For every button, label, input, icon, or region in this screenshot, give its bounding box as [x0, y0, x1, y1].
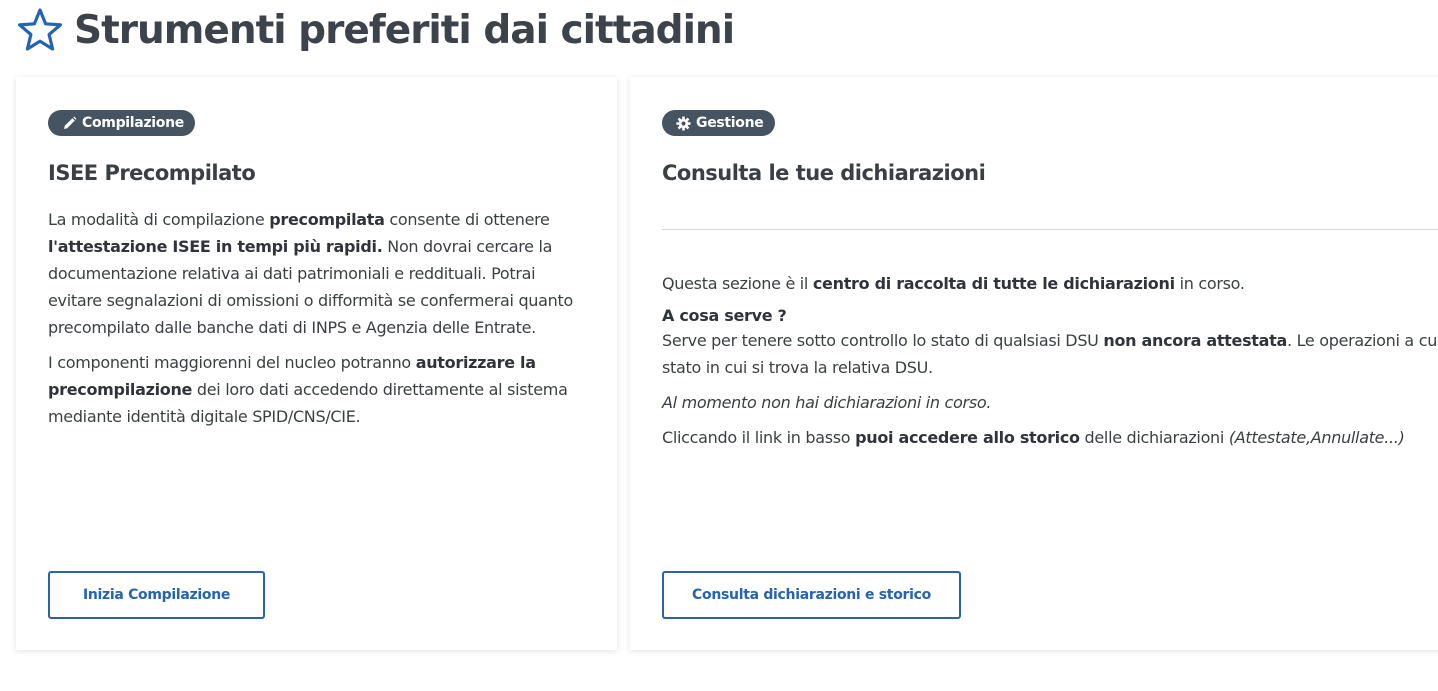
divider — [662, 229, 1438, 230]
authorization-paragraph: I componenti maggiorenni del nucleo potr… — [48, 353, 568, 426]
description-paragraph: La modalità di compilazione precompilata… — [48, 210, 573, 337]
section-heading: A cosa serve ? — [662, 306, 787, 325]
card-isee-precompilato: Compilazione ISEE Precompilato La modali… — [16, 77, 617, 650]
page: Strumenti preferiti dai cittadini Compil… — [0, 0, 1438, 691]
badge-label: Compilazione — [82, 115, 184, 131]
page-title: Strumenti preferiti dai cittadini — [74, 7, 735, 53]
star-icon — [16, 6, 64, 54]
consult-declarations-button[interactable]: Consulta dichiarazioni e storico — [662, 571, 961, 619]
card-consulta-dichiarazioni: Gestione Consulta le tue dichiarazioni Q… — [630, 77, 1438, 650]
purpose-paragraph: Serve per tenere sotto controllo lo stat… — [662, 331, 1438, 377]
history-paragraph: Cliccando il link in basso puoi accedere… — [662, 428, 1405, 447]
start-compilation-button[interactable]: Inizia Compilazione — [48, 571, 265, 619]
card-body: La modalità di compilazione precompilata… — [48, 206, 588, 438]
intro-paragraph: Questa sezione è il centro di raccolta d… — [662, 274, 1245, 293]
card-title: Consulta le tue dichiarazioni — [662, 161, 986, 185]
badge-label: Gestione — [696, 115, 764, 131]
card-body: Questa sezione è il centro di raccolta d… — [662, 270, 1438, 459]
pencil-icon — [62, 116, 77, 131]
category-badge: Gestione — [662, 110, 775, 136]
page-header: Strumenti preferiti dai cittadini — [16, 4, 735, 56]
card-title: ISEE Precompilato — [48, 161, 256, 185]
status-note: Al momento non hai dichiarazioni in cors… — [662, 393, 992, 412]
gear-icon — [676, 115, 691, 131]
category-badge: Compilazione — [48, 110, 195, 136]
